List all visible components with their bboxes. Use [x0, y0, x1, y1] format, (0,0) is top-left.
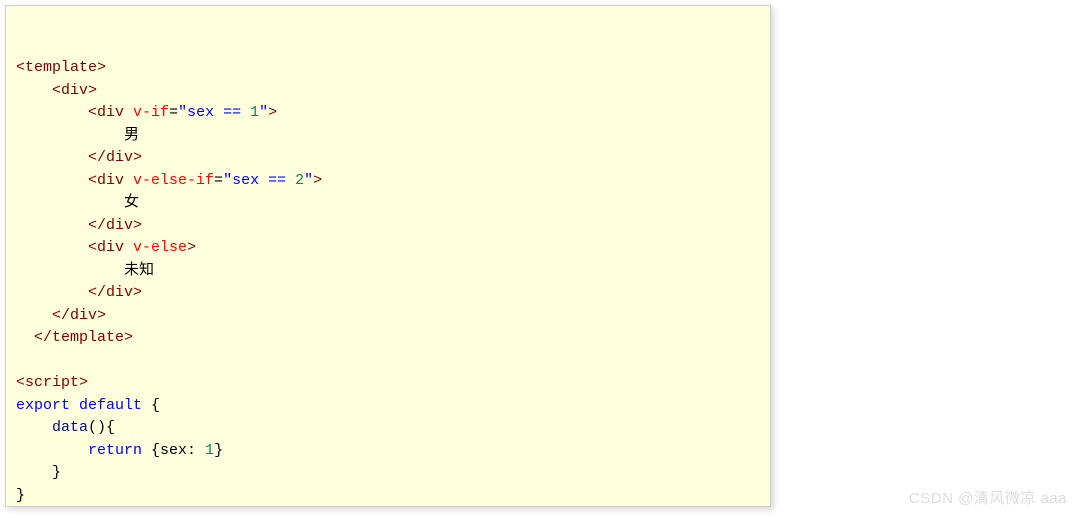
- code-token: (){: [88, 419, 115, 436]
- code-token: [16, 329, 34, 346]
- code-token: {sex:: [142, 442, 205, 459]
- code-token: <div>: [52, 82, 97, 99]
- code-token: 1: [205, 442, 214, 459]
- code-token: export default: [16, 397, 142, 414]
- code-token: <script>: [16, 374, 88, 391]
- code-token: v-if: [133, 104, 169, 121]
- code-token: </div>: [52, 307, 106, 324]
- code-block: <template> <div> <div v-if="sex == 1"> 男…: [5, 5, 771, 507]
- code-token: [16, 82, 52, 99]
- code-line: <div v-else>: [16, 237, 760, 260]
- code-line: }: [16, 462, 760, 485]
- code-token: </div>: [88, 284, 142, 301]
- code-line: <script>: [16, 372, 760, 395]
- code-token: =: [214, 172, 223, 189]
- code-token: <div: [88, 104, 133, 121]
- code-token: >: [313, 172, 322, 189]
- code-token: ": [259, 104, 268, 121]
- code-token: [16, 104, 88, 121]
- code-token: v-else: [133, 239, 187, 256]
- code-token: [16, 284, 88, 301]
- code-line: 男: [16, 125, 760, 148]
- code-line: </div>: [16, 305, 760, 328]
- code-token: [16, 307, 52, 324]
- code-line: export default {: [16, 395, 760, 418]
- code-token: 1: [250, 104, 259, 121]
- code-token: >: [268, 104, 277, 121]
- code-line: <div v-else-if="sex == 2">: [16, 170, 760, 193]
- code-token: {: [142, 397, 160, 414]
- code-token: [16, 217, 88, 234]
- code-content: <template> <div> <div v-if="sex == 1"> 男…: [16, 57, 760, 507]
- code-line: }: [16, 485, 760, 508]
- code-token: <div: [88, 172, 133, 189]
- code-token: <div: [88, 239, 133, 256]
- code-token: [16, 419, 52, 436]
- code-token: [16, 239, 88, 256]
- code-token: }: [16, 487, 25, 504]
- code-token: 未知: [16, 262, 154, 279]
- code-line: 未知: [16, 260, 760, 283]
- code-line: return {sex: 1}: [16, 440, 760, 463]
- code-token: [16, 172, 88, 189]
- code-token: "sex ==: [178, 104, 250, 121]
- code-token: </div>: [88, 149, 142, 166]
- code-line: <div v-if="sex == 1">: [16, 102, 760, 125]
- code-token: return: [88, 442, 142, 459]
- code-token: data: [52, 419, 88, 436]
- code-token: v-else-if: [133, 172, 214, 189]
- code-line: </div>: [16, 282, 760, 305]
- code-token: </div>: [88, 217, 142, 234]
- code-token: ": [304, 172, 313, 189]
- code-token: 2: [295, 172, 304, 189]
- code-token: [16, 442, 88, 459]
- code-line: </div>: [16, 147, 760, 170]
- code-line: data(){: [16, 417, 760, 440]
- code-token: =: [169, 104, 178, 121]
- code-line: [16, 350, 760, 373]
- code-token: 男: [16, 127, 139, 144]
- code-line: <template>: [16, 57, 760, 80]
- code-line: 女: [16, 192, 760, 215]
- code-line: </div>: [16, 215, 760, 238]
- code-token: >: [187, 239, 196, 256]
- code-token: }: [16, 464, 61, 481]
- code-token: "sex ==: [223, 172, 295, 189]
- code-token: [16, 149, 88, 166]
- watermark-text: CSDN @清风微凉 aaa: [909, 488, 1067, 511]
- code-token: 女: [16, 194, 139, 211]
- code-line: <div>: [16, 80, 760, 103]
- code-token: }: [214, 442, 223, 459]
- code-token: <template>: [16, 59, 106, 76]
- code-line: </template>: [16, 327, 760, 350]
- code-token: </template>: [34, 329, 133, 346]
